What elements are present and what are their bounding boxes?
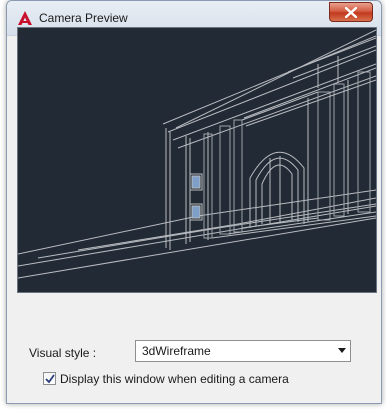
- camera-preview-dialog: Camera Preview Visual style: 3dWirefram…: [6, 0, 382, 404]
- window-title: Camera Preview: [39, 11, 128, 25]
- visual-style-value: 3dWireframe: [142, 344, 211, 358]
- autocad-logo-icon: [17, 10, 33, 26]
- close-button[interactable]: [329, 2, 373, 22]
- visual-style-label: Visual style :: [29, 346, 97, 360]
- visual-style-dropdown[interactable]: 3dWireframe: [135, 340, 351, 362]
- close-x-icon: [345, 7, 357, 18]
- display-window-checkbox[interactable]: [43, 372, 56, 385]
- wireframe-building-render: [18, 29, 376, 279]
- chevron-down-icon: [338, 348, 346, 353]
- camera-preview-viewport[interactable]: [17, 27, 377, 293]
- display-window-checkbox-label[interactable]: Display this window when editing a camer…: [60, 372, 289, 386]
- checkmark-icon: [45, 374, 55, 384]
